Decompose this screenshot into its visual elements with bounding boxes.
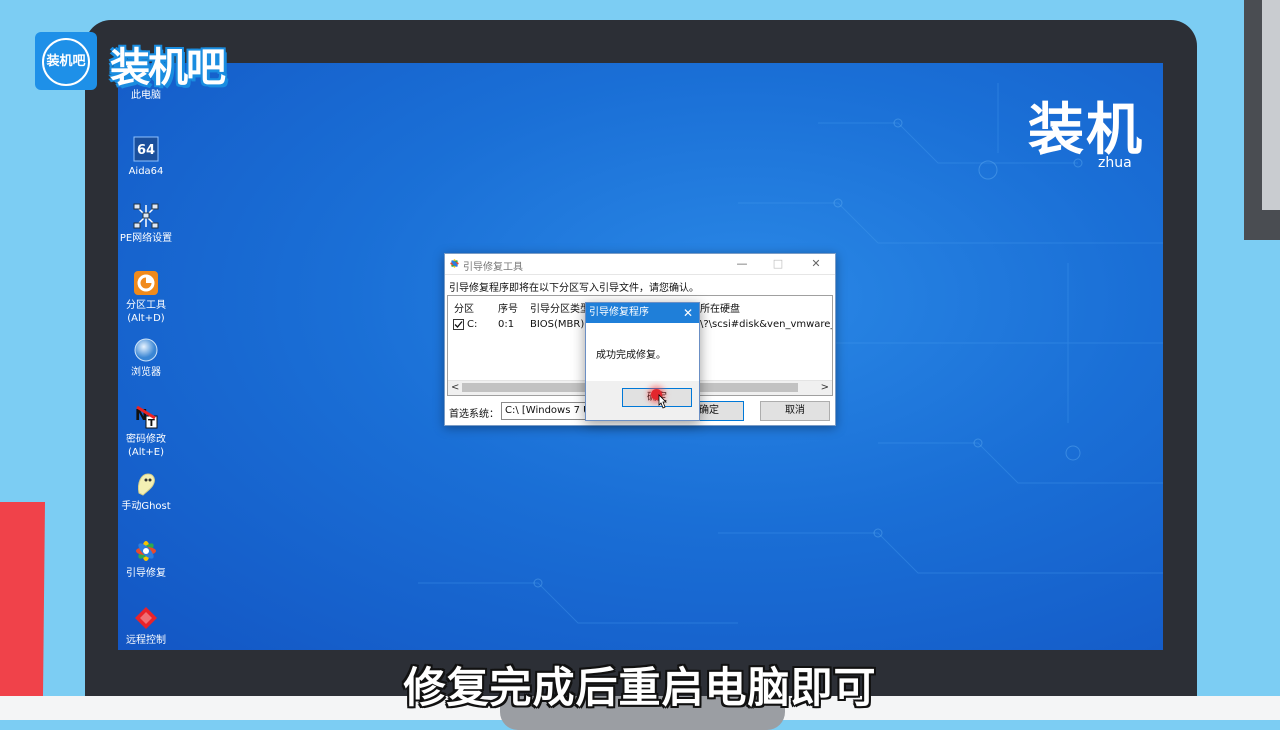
partition-tool-icon	[133, 270, 159, 296]
scroll-right-icon[interactable]: >	[821, 382, 829, 393]
password-icon: NT	[133, 404, 159, 430]
boot-repair-icon	[449, 258, 460, 269]
window-titlebar: 引导修复工具 — □ ✕	[445, 254, 835, 275]
desktop-icon-label: 手动Ghost	[121, 501, 171, 512]
window-title: 引导修复工具	[463, 262, 523, 273]
brand-badge: 装机吧	[35, 32, 97, 90]
watermark-sub: zhua	[1098, 155, 1132, 171]
desktop-icon-label-line2: (Alt+E)	[127, 447, 165, 458]
desktop-icon-boot-repair[interactable]: 引导修复	[101, 538, 191, 580]
scroll-left-icon[interactable]: <	[451, 382, 459, 393]
computer-icon	[133, 72, 159, 86]
remote-control-icon	[133, 605, 159, 631]
desktop-icon-label-line1: 密码修改	[126, 434, 166, 445]
aida64-icon: 64	[133, 136, 159, 162]
brand-badge-text: 装机吧	[46, 54, 86, 69]
minimize-icon[interactable]: —	[731, 256, 753, 272]
desktop-icon-password[interactable]: NT 密码修改 (Alt+E)	[101, 404, 191, 459]
desktop-icon-label-line2: (Alt+D)	[127, 313, 165, 324]
ghost-icon	[133, 471, 159, 497]
desktop-icon-label: 此电脑	[131, 90, 161, 101]
mouse-pointer-icon	[658, 394, 667, 409]
cell-index: 0:1	[498, 319, 515, 330]
desktop-icon-label: 浏览器	[131, 367, 161, 378]
dialog-title: 引导修复程序	[589, 307, 649, 318]
desktop-icon-computer[interactable]: 此电脑	[101, 72, 191, 102]
preferred-system-label: 首选系统：	[449, 409, 499, 420]
browser-icon	[133, 337, 159, 363]
desktop-icon-ghost[interactable]: 手动Ghost	[101, 471, 191, 513]
desktop-icon-aida64[interactable]: 64 Aida64	[101, 136, 191, 178]
svg-text:T: T	[148, 418, 155, 429]
column-header-type[interactable]: 引导分区类型	[530, 300, 590, 315]
dialog-message: 成功完成修复。	[596, 350, 666, 361]
instruction-text: 引导修复程序即将在以下分区写入引导文件，请您确认。	[449, 283, 699, 294]
close-icon[interactable]: ✕	[805, 256, 827, 272]
desktop-icon-label-line1: 分区工具	[126, 300, 166, 311]
desktop-icon-network[interactable]: PE网络设置	[101, 203, 191, 245]
desktop-icon-browser[interactable]: 浏览器	[101, 337, 191, 379]
column-header-disk[interactable]: 所在硬盘	[700, 300, 740, 315]
boot-repair-icon	[133, 538, 159, 564]
desktop-icon-label: PE网络设置	[119, 233, 173, 244]
desktop-icon-remote-control[interactable]: 远程控制	[101, 605, 191, 647]
desktop-icon-partition-tool[interactable]: 分区工具 (Alt+D)	[101, 270, 191, 325]
background-device	[1244, 0, 1280, 240]
cell-partition: C:	[467, 319, 478, 330]
cell-disk: \?\scsi#disk&ven_vmware_&	[700, 319, 833, 330]
desktop-icon-label: 引导修复	[126, 568, 166, 579]
row-checkbox[interactable]	[453, 319, 464, 330]
desktop-icon-label: 远程控制	[126, 635, 166, 646]
success-dialog: 引导修复程序 ✕ 成功完成修复。 确定	[585, 302, 700, 421]
network-icon	[133, 203, 159, 229]
desktop-icon-label: Aida64	[128, 166, 164, 177]
cancel-button[interactable]: 取消	[760, 401, 830, 421]
svg-text:64: 64	[137, 143, 155, 158]
video-caption: 修复完成后重启电脑即可	[403, 663, 877, 712]
dialog-titlebar: 引导修复程序 ✕	[586, 303, 699, 323]
column-header-index[interactable]: 序号	[498, 300, 518, 315]
dialog-close-icon[interactable]: ✕	[683, 303, 693, 323]
watermark-logo: 装机	[1028, 98, 1144, 163]
maximize-icon[interactable]: □	[767, 256, 789, 272]
cell-type: BIOS(MBR)	[530, 319, 585, 330]
dialog-body: 成功完成修复。	[586, 323, 699, 381]
column-header-partition[interactable]: 分区	[454, 300, 474, 315]
